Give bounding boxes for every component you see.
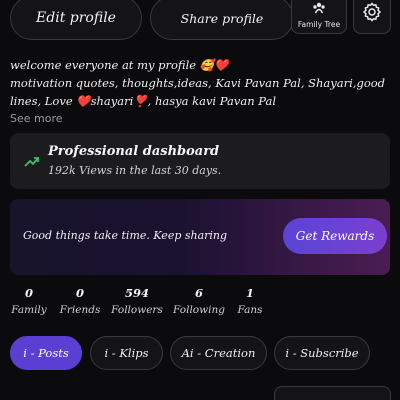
- profile-screen: Edit profile Share profile Family Tree w…: [0, 0, 400, 400]
- share-profile-button[interactable]: Share profile: [150, 0, 294, 40]
- stat-followers-value: 594: [124, 286, 149, 300]
- share-profile-label: Share profile: [180, 10, 264, 26]
- stat-fans-value: 1: [245, 286, 254, 300]
- tab-subscribe[interactable]: i - Subscribe: [274, 336, 370, 370]
- get-rewards-label: Get Rewards: [295, 229, 375, 243]
- get-rewards-button[interactable]: Get Rewards: [283, 218, 387, 254]
- stat-followers[interactable]: 594 Followers: [110, 285, 164, 319]
- profile-bio: welcome everyone at my profile 🥰❤️ motiv…: [10, 56, 390, 110]
- settings-button[interactable]: [353, 0, 391, 34]
- family-tree-label: Family Tree: [297, 20, 341, 29]
- gear-icon: [361, 1, 383, 27]
- stat-friends-value: 0: [75, 286, 84, 300]
- dashboard-title: Professional dashboard: [48, 144, 220, 159]
- edit-profile-label: Edit profile: [36, 10, 116, 26]
- stat-family-label: Family: [11, 304, 47, 316]
- trending-up-icon: [24, 153, 40, 172]
- professional-dashboard-card[interactable]: Professional dashboard 192k Views in the…: [10, 133, 390, 189]
- family-tree-icon: [312, 0, 326, 18]
- profile-content-tabs: i - Posts i - Klips Ai - Creation i - Su…: [10, 336, 400, 370]
- partial-card[interactable]: [274, 386, 391, 400]
- stat-following-label: Following: [173, 304, 225, 316]
- profile-stats: 0 Family 0 Friends 594 Followers 6 Follo…: [10, 285, 390, 319]
- see-more-link[interactable]: See more: [10, 112, 63, 125]
- tab-posts[interactable]: i - Posts: [10, 336, 82, 370]
- stat-fans-label: Fans: [237, 304, 263, 316]
- stat-family-value: 0: [24, 286, 33, 300]
- stat-following[interactable]: 6 Following: [172, 285, 226, 319]
- tab-klips[interactable]: i - Klips: [90, 336, 163, 370]
- stat-friends-label: Friends: [59, 304, 101, 316]
- stat-following-value: 6: [194, 286, 203, 300]
- tab-posts-label: i - Posts: [23, 346, 69, 360]
- rewards-message: Good things take time. Keep sharing: [23, 229, 228, 242]
- stat-friends[interactable]: 0 Friends: [58, 285, 102, 319]
- tab-ai-creation-label: Ai - Creation: [181, 346, 256, 360]
- stat-fans[interactable]: 1 Fans: [234, 285, 266, 319]
- stat-family[interactable]: 0 Family: [10, 285, 48, 319]
- tab-ai-creation[interactable]: Ai - Creation: [170, 336, 267, 370]
- stat-followers-label: Followers: [111, 304, 163, 316]
- bio-line-2: motivation quotes, thoughts,ideas, Kavi …: [10, 76, 386, 108]
- tab-subscribe-label: i - Subscribe: [285, 346, 359, 360]
- bio-line-1: welcome everyone at my profile 🥰❤️: [10, 58, 229, 72]
- edit-profile-button[interactable]: Edit profile: [10, 0, 142, 40]
- tab-klips-label: i - Klips: [104, 346, 149, 360]
- family-tree-button[interactable]: Family Tree: [291, 0, 347, 34]
- profile-actions-bar: Edit profile Share profile Family Tree: [10, 0, 391, 40]
- dashboard-subtitle: 192k Views in the last 30 days.: [48, 164, 222, 177]
- rewards-banner: Good things take time. Keep sharing Get …: [10, 199, 390, 275]
